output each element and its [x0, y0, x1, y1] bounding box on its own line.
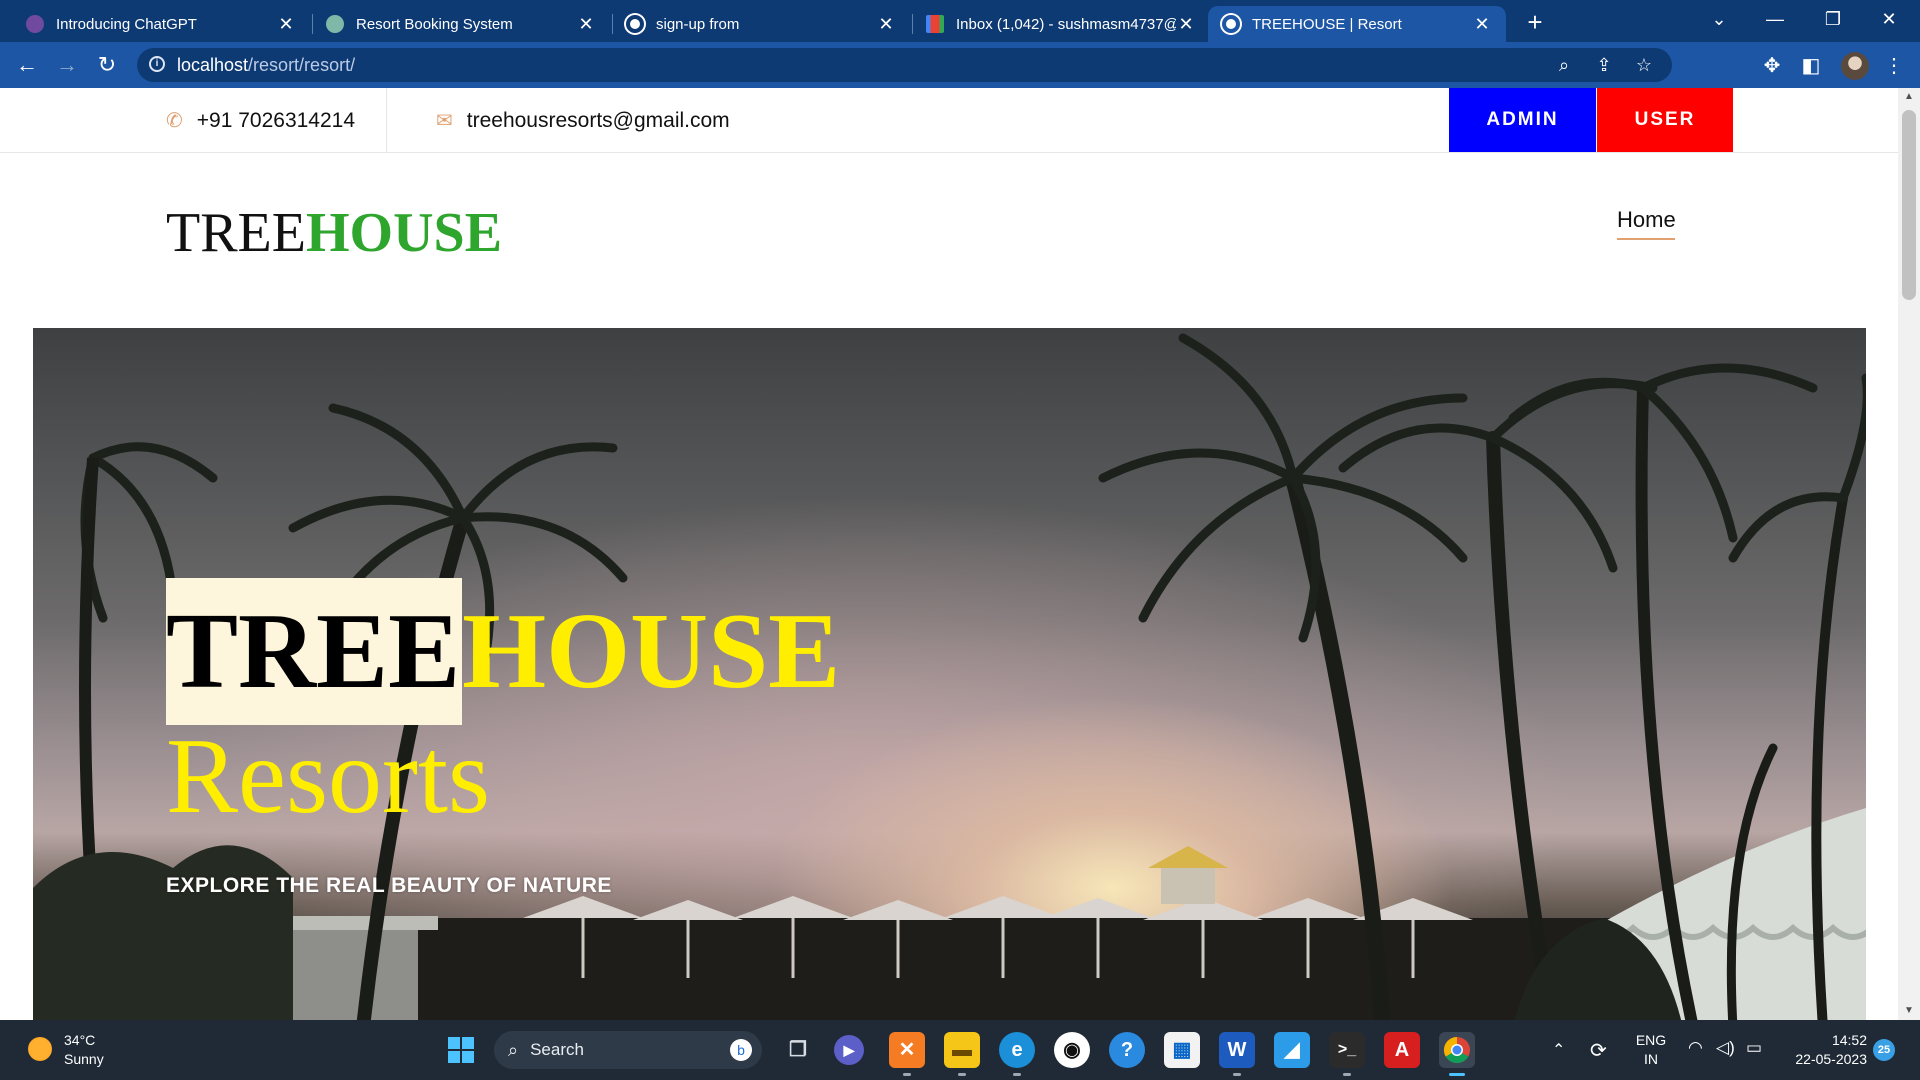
envelope-icon: ✉ — [436, 110, 453, 132]
close-icon[interactable]: ✕ — [576, 14, 596, 35]
site-logo[interactable]: TREEHOUSE — [166, 201, 502, 265]
clock[interactable]: 14:52 22-05-2023 — [1785, 1031, 1867, 1069]
scroll-up-arrow-icon[interactable]: ▲ — [1904, 92, 1914, 102]
github-icon[interactable]: ◉ — [1054, 1032, 1090, 1068]
tab-strip: Introducing ChatGPT ✕ Resort Booking Sys… — [0, 0, 1920, 42]
file-explorer-icon[interactable]: ▬ — [944, 1032, 980, 1076]
search-icon: ⌕ — [508, 1039, 519, 1060]
close-window-button[interactable]: ✕ — [1866, 0, 1912, 42]
volume-icon[interactable]: ◁) — [1716, 1038, 1735, 1058]
site-info-icon[interactable]: i — [149, 56, 165, 72]
task-view-icon[interactable]: ❐ — [780, 1032, 816, 1068]
tab-search-chevron-icon[interactable]: ⌄ — [1696, 0, 1742, 42]
hero-banner: TREEHOUSE Resorts EXPLORE THE REAL BEAUT… — [33, 328, 1866, 1020]
page-viewport: ✆ +91 7026314214 ✉ treehousresorts@gmail… — [0, 88, 1898, 1020]
acrobat-icon[interactable]: A — [1384, 1032, 1420, 1068]
user-button[interactable]: USER — [1597, 88, 1733, 152]
tab-treehouse-resort[interactable]: TREEHOUSE | Resort ✕ — [1208, 6, 1506, 42]
windows-taskbar: 34°C Sunny ⌕ Search b ❐ ▶ ✕ ▬ e ◉ ? ▦ W … — [0, 1020, 1920, 1080]
phone-icon: ✆ — [166, 110, 183, 132]
weather-widget[interactable]: 34°C Sunny — [64, 1031, 104, 1069]
browser-toolbar: ← → ↻ i localhost/resort/resort/ ⌕ ⇪ ☆ ✥… — [0, 42, 1920, 88]
bookmark-star-icon[interactable]: ☆ — [1631, 52, 1657, 78]
close-icon[interactable]: ✕ — [276, 14, 296, 35]
word-icon[interactable]: W — [1219, 1032, 1255, 1076]
back-arrow-icon[interactable]: ← — [11, 50, 43, 82]
taskbar-search[interactable]: ⌕ Search b — [494, 1031, 762, 1069]
menu-kebab-icon[interactable]: ⋮ — [1880, 52, 1908, 80]
microsoft-store-icon[interactable]: ▦ — [1164, 1032, 1200, 1068]
nav-home-link[interactable]: Home — [1617, 207, 1676, 233]
scroll-down-arrow-icon[interactable]: ▼ — [1904, 1006, 1914, 1016]
hero-tagline: EXPLORE THE REAL BEAUTY OF NATURE — [166, 874, 612, 897]
page-scrollbar[interactable]: ▲ ▼ — [1898, 88, 1920, 1020]
share-icon[interactable]: ⇪ — [1591, 52, 1617, 78]
edge-icon[interactable]: e — [999, 1032, 1035, 1076]
xampp-icon[interactable]: ✕ — [889, 1032, 925, 1076]
new-tab-button[interactable]: + — [1519, 6, 1551, 38]
globe-icon — [1222, 15, 1240, 33]
minimize-button[interactable]: — — [1752, 0, 1798, 42]
globe-icon — [626, 15, 644, 33]
notification-badge[interactable]: 25 — [1873, 1039, 1895, 1061]
tab-resort-booking-system[interactable]: Resort Booking System ✕ — [312, 6, 610, 42]
email-contact: ✉ treehousresorts@gmail.com — [436, 108, 730, 133]
sun-weather-icon[interactable] — [28, 1037, 52, 1061]
close-icon[interactable]: ✕ — [1176, 14, 1196, 35]
side-panel-icon[interactable]: ◧ — [1797, 52, 1825, 80]
tab-sign-up-from[interactable]: sign-up from ✕ — [612, 6, 910, 42]
sync-icon[interactable]: ⟳ — [1590, 1038, 1607, 1063]
nav-active-underline — [1617, 238, 1675, 240]
profile-avatar[interactable] — [1841, 52, 1869, 80]
bing-icon[interactable]: b — [730, 1039, 752, 1061]
hero-subtitle: Resorts — [166, 717, 490, 836]
gmail-icon — [926, 15, 944, 33]
wifi-icon[interactable]: ◠ — [1688, 1038, 1703, 1058]
language-indicator[interactable]: ENG IN — [1635, 1031, 1667, 1069]
battery-icon[interactable]: ▭ — [1746, 1038, 1762, 1058]
close-icon[interactable]: ✕ — [1472, 14, 1492, 35]
close-icon[interactable]: ✕ — [876, 14, 896, 35]
teams-chat-icon[interactable]: ▶ — [834, 1035, 864, 1065]
chrome-icon[interactable] — [1439, 1032, 1475, 1076]
address-bar[interactable]: i localhost/resort/resort/ ⌕ ⇪ ☆ — [137, 48, 1672, 82]
help-icon[interactable]: ? — [1109, 1032, 1145, 1068]
restore-button[interactable]: ❐ — [1810, 0, 1856, 42]
photos-icon[interactable]: ◢ — [1274, 1032, 1310, 1068]
zoom-icon[interactable]: ⌕ — [1551, 52, 1577, 78]
start-windows-icon[interactable] — [443, 1032, 479, 1068]
reload-icon[interactable]: ↻ — [91, 50, 123, 82]
chatgpt-icon — [326, 15, 344, 33]
forward-arrow-icon[interactable]: → — [51, 50, 83, 82]
chatgpt-icon — [26, 15, 44, 33]
tab-introducing-chatgpt[interactable]: Introducing ChatGPT ✕ — [12, 6, 310, 42]
phone-contact: ✆ +91 7026314214 — [166, 108, 356, 133]
scroll-thumb[interactable] — [1902, 110, 1916, 300]
terminal-icon[interactable]: >_ — [1329, 1032, 1365, 1076]
tray-chevron-up-icon[interactable]: ⌃ — [1552, 1040, 1565, 1060]
contact-bar: ✆ +91 7026314214 ✉ treehousresorts@gmail… — [0, 88, 1898, 153]
hero-title: TREEHOUSE — [166, 578, 840, 725]
extensions-puzzle-icon[interactable]: ✥ — [1758, 52, 1786, 80]
tab-inbox[interactable]: Inbox (1,042) - sushmasm4737@ ✕ — [912, 6, 1210, 42]
admin-button[interactable]: ADMIN — [1449, 88, 1596, 152]
url-text[interactable]: localhost/resort/resort/ — [177, 55, 355, 76]
